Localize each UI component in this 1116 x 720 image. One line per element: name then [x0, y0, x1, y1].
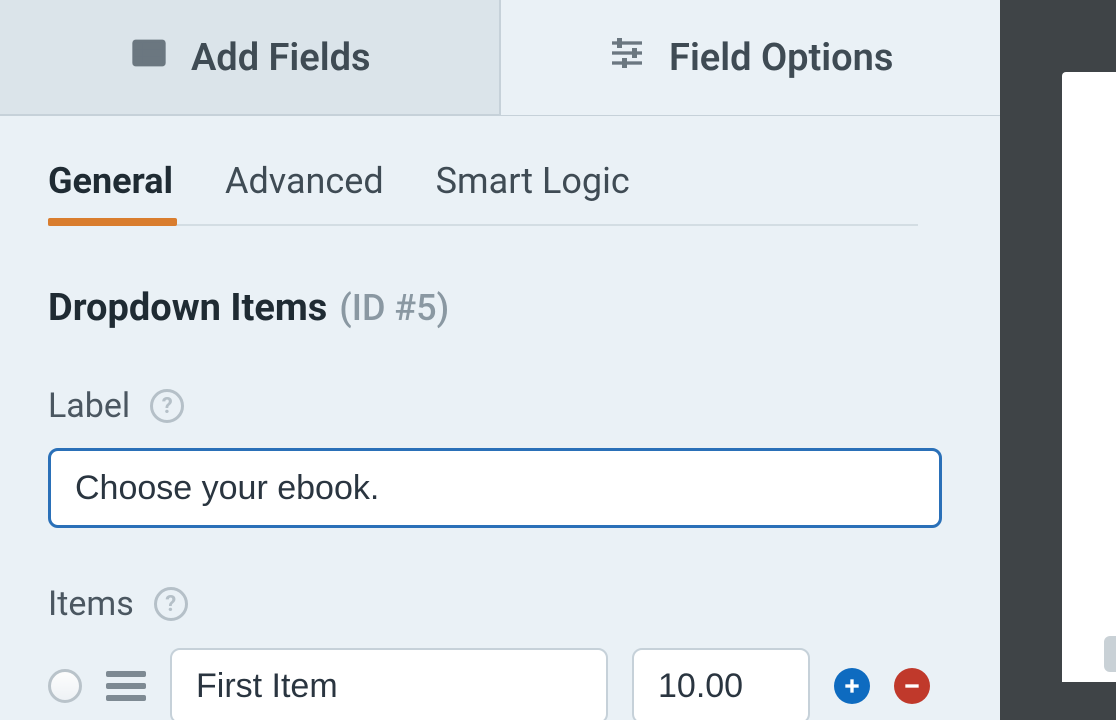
- section-heading: Dropdown Items (ID #5): [48, 286, 952, 330]
- preview-handle-icon: [1104, 636, 1116, 672]
- items-field-group: Items ?: [48, 584, 952, 720]
- sub-tab-smart-logic[interactable]: Smart Logic: [436, 148, 630, 224]
- sliders-icon: [607, 33, 647, 83]
- tab-add-fields-label: Add Fields: [191, 36, 371, 80]
- list-icon: [129, 33, 169, 83]
- item-name-input[interactable]: [170, 648, 608, 720]
- sub-tab-general[interactable]: General: [48, 148, 173, 224]
- item-price-input[interactable]: [632, 648, 810, 720]
- sub-tabs: General Advanced Smart Logic: [48, 148, 918, 226]
- tab-add-fields[interactable]: Add Fields: [0, 0, 500, 115]
- items-caption: Items: [48, 584, 134, 624]
- drag-handle-icon[interactable]: [106, 666, 146, 706]
- add-item-button[interactable]: [834, 668, 870, 704]
- help-icon[interactable]: ?: [154, 587, 188, 621]
- panel-content: General Advanced Smart Logic Dropdown It…: [0, 116, 1000, 720]
- help-icon[interactable]: ?: [150, 389, 184, 423]
- default-item-radio[interactable]: [48, 669, 82, 703]
- tab-field-options[interactable]: Field Options: [500, 0, 1001, 115]
- label-input[interactable]: [48, 448, 942, 528]
- label-caption: Label: [48, 386, 130, 426]
- section-title-text: Dropdown Items: [48, 286, 327, 330]
- item-row: [48, 648, 952, 720]
- sub-tab-advanced[interactable]: Advanced: [225, 148, 384, 224]
- panel-top-tabs: Add Fields Field Options: [0, 0, 1000, 116]
- label-field-group: Label ?: [48, 386, 952, 528]
- field-options-panel: Add Fields Field Options General Advance…: [0, 0, 1000, 720]
- tab-field-options-label: Field Options: [669, 36, 893, 80]
- remove-item-button[interactable]: [894, 668, 930, 704]
- section-id-text: (ID #5): [339, 287, 449, 329]
- app-background-strip: [1000, 0, 1116, 720]
- form-preview-edge: [1062, 72, 1116, 682]
